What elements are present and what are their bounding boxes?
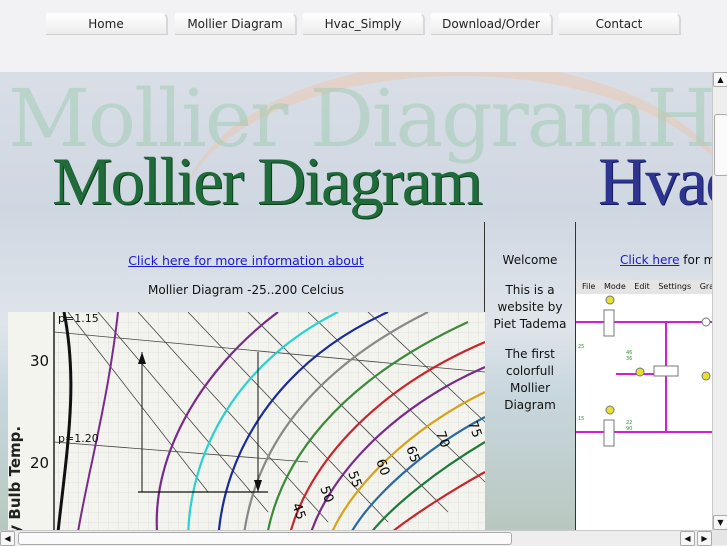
mollier-caption: Mollier Diagram -25..200 Celcius	[148, 283, 344, 297]
svg-text:36: 36	[626, 356, 632, 362]
chart-tick: 30	[30, 352, 50, 370]
mollier-chart-image: ry Bulb Temp. 30 20 p=1.15 p=1.20 75 70 …	[8, 312, 485, 530]
svg-text:15: 15	[578, 416, 584, 422]
menu-item: Settings	[658, 282, 692, 291]
tab-mollier-diagram[interactable]: Mollier Diagram	[175, 13, 297, 35]
svg-text:25: 25	[578, 344, 584, 350]
chart-pressure-label: p=1.15	[58, 312, 99, 325]
chart-tick: 20	[30, 454, 50, 472]
top-navigation: Home Mollier Diagram Hvac_Simply Downloa…	[0, 0, 727, 72]
hvac-schematic: 254636 152290	[576, 295, 712, 447]
intro-text-2: The first colorfull Mollier Diagram	[504, 347, 556, 412]
horizontal-scroll-thumb[interactable]	[18, 532, 512, 545]
chart-axis-label: ry Bulb Temp.	[8, 425, 24, 530]
menu-item: Mode	[603, 282, 626, 291]
scroll-down-button[interactable]: ▼	[713, 515, 727, 530]
banner-title-hvac: Hvac	[598, 143, 712, 219]
scrollbar-corner	[712, 530, 727, 545]
intro-text: This is a website by Piet Tadema	[493, 283, 567, 331]
scroll-left-button-2[interactable]: ◀	[680, 531, 695, 546]
tab-download-order[interactable]: Download/Order	[431, 13, 553, 35]
mollier-info-link[interactable]: Click here for more information about	[128, 253, 364, 268]
menu-item: Edit	[634, 282, 650, 291]
menu-item: Graphic	[699, 282, 712, 291]
vertical-scrollbar[interactable]: ▲ ▼	[712, 72, 727, 530]
scroll-right-button[interactable]: ▶	[697, 531, 712, 546]
app-menu-bar: File Mode Edit Settings Graphic He	[576, 280, 712, 294]
banner-title-mollier: Mollier Diagram	[52, 143, 483, 219]
chart-pressure-label: p=1.20	[58, 432, 99, 445]
hvac-link-suffix: for m	[683, 253, 712, 267]
welcome-heading: Welcome	[502, 253, 558, 267]
vertical-scroll-thumb[interactable]	[714, 114, 727, 176]
scroll-up-button[interactable]: ▲	[713, 72, 727, 87]
hvac-simply-screenshot: File Mode Edit Settings Graphic He 2546	[576, 280, 712, 530]
tab-home[interactable]: Home	[46, 13, 168, 35]
horizontal-scrollbar[interactable]: ◀ ◀ ▶	[0, 530, 712, 546]
tab-contact[interactable]: Contact	[559, 13, 681, 35]
menu-item: File	[582, 282, 596, 291]
svg-text:90: 90	[626, 426, 632, 432]
tab-hvac-simply[interactable]: Hvac_Simply	[303, 13, 425, 35]
content-frame: Mollier DiagramHvac Mollier Diagram Hvac…	[0, 72, 712, 530]
scroll-left-button[interactable]: ◀	[0, 531, 15, 546]
hvac-info-link[interactable]: Click here	[620, 253, 679, 267]
